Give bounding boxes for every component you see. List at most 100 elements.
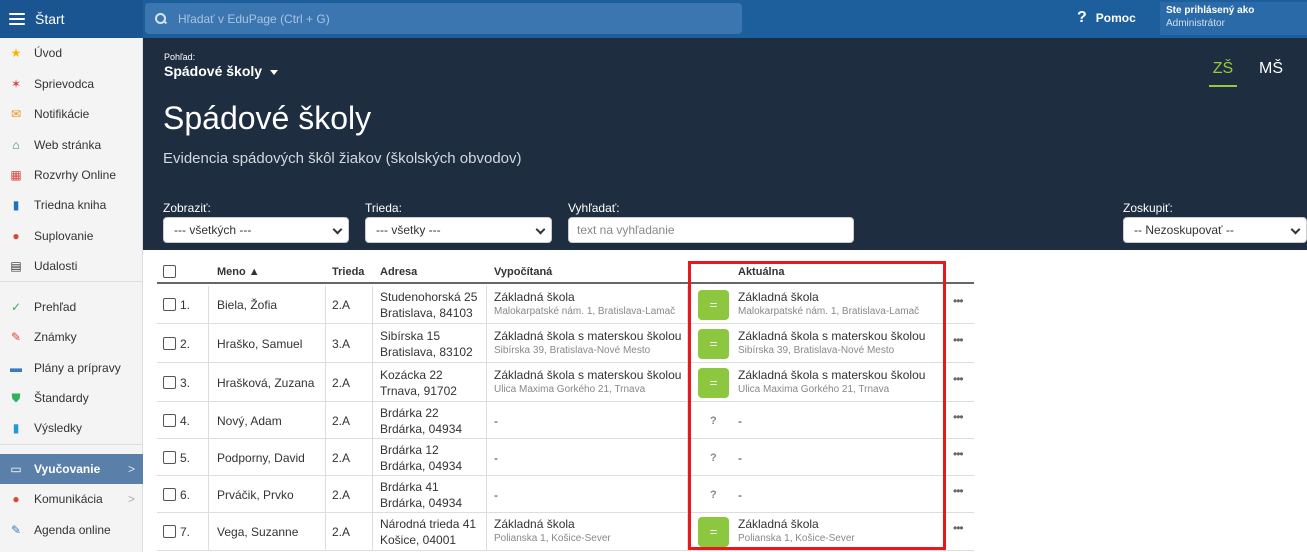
row-checkbox[interactable]	[163, 451, 176, 464]
tab-zs[interactable]: ZŠ	[1209, 60, 1237, 87]
sidebar-item-label: Prehľad	[34, 300, 77, 314]
book-icon: ▮	[12, 198, 20, 212]
column-divider	[208, 402, 209, 439]
sidebar-item-suplovanie[interactable]: ● Suplovanie	[0, 221, 143, 251]
sidebar-item-agenda-online[interactable]: ✎ Agenda online	[0, 515, 143, 545]
column-divider	[486, 476, 487, 513]
calendar-icon: ▤	[10, 259, 22, 273]
sidebar-item-label: Plány a prípravy	[34, 361, 121, 375]
student-name[interactable]: Hraško, Samuel	[217, 337, 302, 351]
more-options-icon[interactable]: •••	[953, 333, 964, 347]
student-name[interactable]: Prváčik, Prvko	[217, 488, 294, 502]
tab-ms[interactable]: MŠ	[1259, 60, 1283, 78]
sidebar-item-label: Rozvrhy Online	[34, 168, 117, 182]
chevron-right-icon: >	[127, 492, 135, 506]
student-name[interactable]: Vega, Suzanne	[217, 525, 298, 539]
class-filter-value: --- všetky ---	[376, 223, 441, 237]
sidebar-item-web-stranka[interactable]: ⌂ Web stránka	[0, 130, 143, 160]
row-number: 2.	[180, 337, 191, 351]
row-checkbox[interactable]	[163, 298, 176, 311]
page-title: Spádové školy	[163, 100, 372, 136]
column-header-name[interactable]: Meno ▲	[217, 266, 260, 278]
user-menu[interactable]: Ste prihlásený ako Administrátor	[1160, 2, 1307, 35]
row-checkbox[interactable]	[163, 488, 176, 501]
column-divider	[486, 439, 487, 476]
sidebar-item-rozvrhy-online[interactable]: ▦ Rozvrhy Online	[0, 160, 143, 190]
start-menu-button[interactable]: Štart	[0, 0, 143, 38]
sidebar-item-vysledky[interactable]: ▮ Výsledky	[0, 413, 143, 443]
sidebar-item-triedna-kniha[interactable]: ▮ Triedna kniha	[0, 190, 143, 220]
column-divider	[208, 324, 209, 363]
sidebar-item-label: Výsledky	[34, 421, 83, 435]
view-label: Pohľad:	[164, 52, 196, 62]
global-search-input[interactable]: Hľadať v EduPage (Ctrl + G)	[145, 3, 742, 34]
student-name[interactable]: Hrašková, Zuzana	[217, 376, 314, 390]
row-checkbox[interactable]	[163, 376, 176, 389]
column-divider	[325, 513, 326, 551]
briefcase-icon: ▬	[10, 361, 22, 375]
help-label: Pomoc	[1095, 11, 1136, 25]
more-options-icon[interactable]: •••	[953, 410, 964, 424]
group-filter-label: Zoskupiť:	[1123, 201, 1173, 215]
sidebar-item-vyucovanie[interactable]: ▭ Vyučovanie >	[0, 454, 143, 484]
row-checkbox[interactable]	[163, 337, 176, 350]
show-filter-label: Zobraziť:	[163, 201, 211, 215]
column-divider	[325, 439, 326, 476]
sidebar-item-label: Triedna kniha	[34, 198, 107, 212]
column-divider	[325, 324, 326, 363]
sidebar-item-udalosti[interactable]: ▤ Udalosti	[0, 251, 143, 281]
column-header-class[interactable]: Trieda	[332, 266, 364, 278]
sidebar-item-komunikacia[interactable]: ● Komunikácia >	[0, 484, 143, 514]
address-street: Brdárka 41	[380, 480, 439, 494]
sidebar-divider	[0, 281, 143, 282]
address-city: Bratislava, 84103	[380, 306, 473, 320]
column-divider	[372, 286, 373, 324]
sidebar-item-sprievodca[interactable]: ✶ Sprievodca	[0, 69, 143, 99]
student-name[interactable]: Biela, Žofia	[217, 298, 277, 312]
help-button[interactable]: ? Pomoc	[1077, 9, 1136, 27]
sidebar-item-prehlad[interactable]: ✓ Prehľad	[0, 292, 143, 322]
chevron-right-icon: >	[127, 462, 135, 476]
show-filter-value: --- všetkých ---	[174, 223, 252, 237]
sidebar-item-uvod[interactable]: ★ Úvod	[0, 38, 143, 68]
sidebar-item-label: Udalosti	[34, 259, 78, 273]
column-divider	[372, 439, 373, 476]
more-options-icon[interactable]: •••	[953, 372, 964, 386]
student-name[interactable]: Podporny, David	[217, 451, 305, 465]
more-options-icon[interactable]: •••	[953, 447, 964, 461]
column-header-address[interactable]: Adresa	[380, 266, 417, 278]
sidebar-item-label: Agenda online	[34, 523, 111, 537]
more-options-icon[interactable]: •••	[953, 484, 964, 498]
open-book-icon: ▭	[10, 462, 22, 476]
group-filter-select[interactable]: -- Nezoskupovať --	[1123, 217, 1307, 243]
row-checkbox[interactable]	[163, 525, 176, 538]
check-circle-icon: ✓	[10, 300, 22, 314]
sidebar-item-label: Notifikácie	[34, 107, 90, 121]
highlight-box	[688, 261, 946, 550]
column-divider	[208, 363, 209, 402]
row-checkbox[interactable]	[163, 414, 176, 427]
computed-school-name: -	[494, 488, 498, 502]
sidebar-item-plany-a-pripravy[interactable]: ▬ Plány a prípravy	[0, 353, 143, 383]
student-class: 2.A	[332, 525, 351, 539]
star-icon: ★	[10, 46, 22, 60]
search-filter-input[interactable]: text na vyhľadanie	[568, 217, 854, 243]
row-number: 4.	[180, 414, 191, 428]
student-name[interactable]: Nový, Adam	[217, 414, 282, 428]
view-selector[interactable]: Spádové školy	[164, 63, 279, 79]
more-options-icon[interactable]: •••	[953, 294, 964, 308]
column-divider	[486, 286, 487, 324]
sidebar-item-standardy[interactable]: ⛊ Štandardy	[0, 383, 143, 413]
more-options-icon[interactable]: •••	[953, 521, 964, 535]
view-selector-label: Spádové školy	[164, 63, 263, 79]
sidebar-item-znamky[interactable]: ✎ Známky	[0, 322, 143, 352]
show-filter-select[interactable]: --- všetkých ---	[163, 217, 349, 243]
sidebar-item-label: Známky	[34, 330, 77, 344]
class-filter-select[interactable]: --- všetky ---	[365, 217, 552, 243]
select-all-checkbox[interactable]	[163, 265, 176, 278]
column-divider	[208, 476, 209, 513]
computed-school-address: Malokarpatské nám. 1, Bratislava-Lamač	[494, 306, 676, 317]
column-header-computed[interactable]: Vypočítaná	[494, 266, 552, 278]
column-divider	[486, 363, 487, 402]
sidebar-item-notifikacie[interactable]: ✉ Notifikácie	[0, 99, 143, 129]
